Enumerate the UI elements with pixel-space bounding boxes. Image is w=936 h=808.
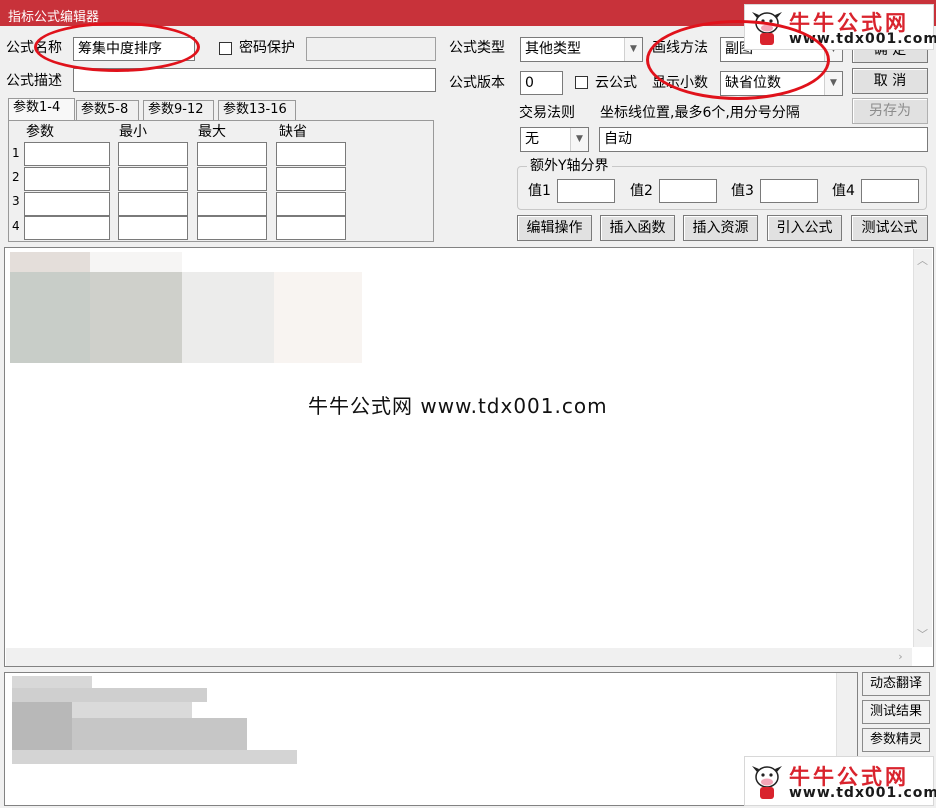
tab-params-5-8[interactable]: 参数5-8 [76, 100, 139, 120]
formula-version-label: 公式版本 [449, 75, 505, 91]
insert-function-button[interactable]: 插入函数 [600, 215, 675, 241]
test-formula-button[interactable]: 测试公式 [851, 215, 928, 241]
value3-label: 值3 [731, 183, 754, 199]
param-wizard-button[interactable]: 参数精灵 [862, 728, 930, 752]
param-min-cell[interactable] [118, 192, 188, 216]
param-header-max: 最大 [198, 124, 226, 140]
redacted-code [274, 272, 362, 363]
scroll-up-icon[interactable]: ︿ [914, 252, 931, 268]
trade-rule-value: 无 [525, 131, 539, 147]
trade-rule-label: 交易法则 [519, 105, 575, 121]
edit-operations-button[interactable]: 编辑操作 [517, 215, 592, 241]
cow-mascot-icon [752, 766, 782, 799]
formula-version-input[interactable]: 0 [520, 71, 563, 95]
password-label: 密码保护 [239, 40, 295, 56]
save-as-button[interactable]: 另存为 [852, 98, 928, 124]
password-checkbox[interactable] [219, 42, 232, 55]
param-min-cell[interactable] [118, 216, 188, 240]
param-min-cell[interactable] [118, 167, 188, 191]
highlight-oval-formula-name [34, 22, 200, 72]
param-default-cell[interactable] [276, 167, 346, 191]
tab-params-9-12[interactable]: 参数9-12 [143, 100, 214, 120]
param-row-number: 4 [12, 219, 20, 233]
param-default-cell[interactable] [276, 142, 346, 166]
chevron-down-icon[interactable]: ▼ [570, 128, 588, 151]
param-min-cell[interactable] [118, 142, 188, 166]
redacted-message [72, 718, 247, 750]
scroll-right-icon[interactable]: › [892, 650, 909, 663]
redacted-message [12, 688, 207, 702]
value1-input[interactable] [557, 179, 615, 203]
value2-input[interactable] [659, 179, 717, 203]
value4-label: 值4 [832, 183, 855, 199]
cloud-formula-label: 云公式 [595, 75, 637, 91]
password-input[interactable] [306, 37, 436, 61]
tab-params-1-4[interactable]: 参数1-4 [8, 98, 75, 120]
param-default-cell[interactable] [276, 192, 346, 216]
insert-resource-button[interactable]: 插入资源 [683, 215, 758, 241]
value2-label: 值2 [630, 183, 653, 199]
param-name-cell[interactable] [24, 192, 110, 216]
param-header-min: 最小 [119, 124, 147, 140]
highlight-oval-draw-method [646, 20, 830, 100]
redacted-message [12, 750, 297, 764]
param-header-name: 参数 [26, 124, 54, 140]
param-max-cell[interactable] [197, 142, 267, 166]
redacted-code [90, 252, 182, 272]
editor-vertical-scrollbar[interactable] [913, 249, 932, 647]
axis-position-input[interactable]: 自动 [599, 127, 928, 152]
chevron-down-icon[interactable]: ▼ [624, 38, 642, 61]
cloud-formula-checkbox[interactable] [575, 76, 588, 89]
chevron-down-icon[interactable]: ▼ [824, 72, 842, 95]
value4-input[interactable] [861, 179, 919, 203]
formula-type-label: 公式类型 [449, 40, 505, 56]
param-max-cell[interactable] [197, 167, 267, 191]
axis-position-hint: 坐标线位置,最多6个,用分号分隔 [600, 105, 800, 121]
param-default-cell[interactable] [276, 216, 346, 240]
param-row-number: 3 [12, 194, 20, 208]
trade-rule-select[interactable]: 无 ▼ [520, 127, 589, 152]
extra-yaxis-group-title: 额外Y轴分界 [527, 156, 612, 176]
redacted-message [72, 702, 192, 718]
test-result-button[interactable]: 测试结果 [862, 700, 930, 724]
redacted-code [10, 272, 90, 363]
editor-horizontal-scrollbar[interactable] [6, 648, 912, 666]
param-name-cell[interactable] [24, 142, 110, 166]
redacted-code [90, 272, 182, 363]
cancel-button[interactable]: 取 消 [852, 68, 928, 94]
redacted-code [182, 272, 274, 363]
value3-input[interactable] [760, 179, 818, 203]
param-row-number: 1 [12, 146, 20, 160]
param-name-cell[interactable] [24, 216, 110, 240]
param-row-number: 2 [12, 170, 20, 184]
value1-label: 值1 [528, 183, 551, 199]
formula-type-value: 其他类型 [525, 41, 581, 57]
site-logo-watermark-bottom: 牛牛公式网 www.tdx001.com [744, 756, 936, 806]
logo-url: www.tdx001.com [789, 785, 936, 801]
redacted-message [12, 702, 72, 750]
formula-type-select[interactable]: 其他类型 ▼ [520, 37, 643, 62]
scroll-down-icon[interactable]: ﹀ [914, 626, 931, 642]
redacted-code [10, 252, 90, 272]
param-name-cell[interactable] [24, 167, 110, 191]
formula-desc-label: 公式描述 [6, 73, 62, 89]
import-formula-button[interactable]: 引入公式 [767, 215, 842, 241]
param-max-cell[interactable] [197, 192, 267, 216]
tab-params-13-16[interactable]: 参数13-16 [218, 100, 296, 120]
dynamic-translate-button[interactable]: 动态翻译 [862, 672, 930, 696]
center-watermark: 牛牛公式网 www.tdx001.com [308, 394, 608, 418]
redacted-message [12, 676, 92, 688]
param-header-default: 缺省 [279, 124, 307, 140]
param-max-cell[interactable] [197, 216, 267, 240]
